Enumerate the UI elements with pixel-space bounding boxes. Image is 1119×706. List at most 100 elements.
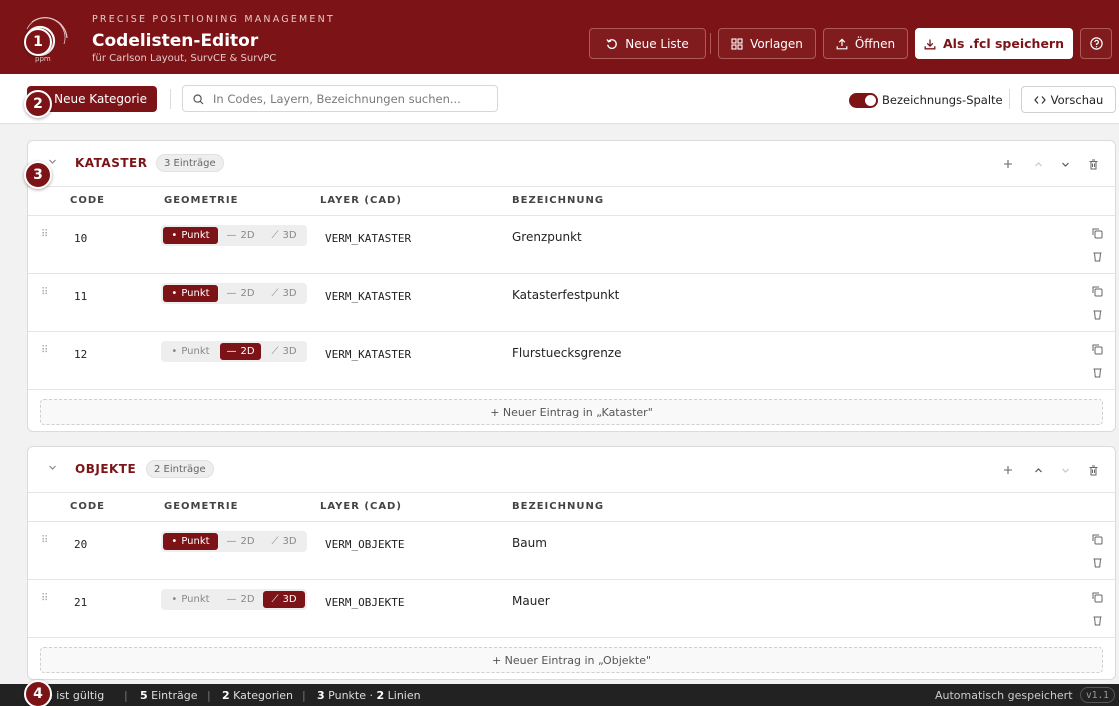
move-down-icon[interactable] — [1058, 463, 1072, 477]
status-divider: | — [124, 689, 128, 702]
table-row: ⠿ 21 • Punkt — 2D ⟋ 3D VERM_OBJEKTE Maue… — [28, 580, 1115, 638]
geometry-2d-option[interactable]: — 2D — [220, 591, 261, 608]
geometry-3d-option[interactable]: ⟋ 3D — [263, 227, 305, 244]
geometry-selector: • Punkt — 2D ⟋ 3D — [161, 225, 307, 246]
category-name[interactable]: KATASTER — [75, 156, 147, 170]
geometry-selector: • Punkt — 2D ⟋ 3D — [161, 341, 307, 362]
search-input[interactable] — [213, 89, 493, 109]
add-entry-button[interactable]: + Neuer Eintrag in „Objekte" — [40, 647, 1103, 673]
step-badge-4: 4 — [24, 680, 52, 706]
geometry-3d-option[interactable]: ⟋ 3D — [263, 285, 305, 302]
delete-icon[interactable] — [1091, 556, 1104, 569]
move-down-icon[interactable] — [1058, 157, 1072, 171]
duplicate-icon[interactable] — [1091, 343, 1104, 356]
duplicate-icon[interactable] — [1091, 591, 1104, 604]
entry-label[interactable]: Katasterfestpunkt — [512, 288, 619, 302]
geometry-point-option[interactable]: • Punkt — [163, 343, 218, 360]
add-entry-icon[interactable] — [1001, 157, 1015, 171]
preview-label: Vorschau — [1050, 92, 1104, 107]
help-icon — [1089, 37, 1103, 50]
add-entry-button[interactable]: + Neuer Eintrag in „Kataster" — [40, 399, 1103, 425]
help-button[interactable] — [1080, 28, 1112, 59]
entry-label[interactable]: Flurstuecksgrenze — [512, 346, 621, 360]
drag-handle-icon[interactable]: ⠿ — [41, 345, 48, 356]
delete-icon[interactable] — [1091, 366, 1104, 379]
collapse-chevron-icon[interactable] — [48, 158, 57, 165]
open-button[interactable]: Öffnen — [823, 28, 908, 59]
label-column-toggle[interactable] — [849, 93, 878, 108]
category-name[interactable]: OBJEKTE — [75, 462, 136, 476]
geometry-3d-option[interactable]: ⟋ 3D — [263, 591, 305, 608]
col-header-layer: LAYER (CAD) — [320, 195, 402, 206]
new-category-label: Neue Kategorie — [54, 92, 147, 106]
drag-handle-icon[interactable]: ⠿ — [41, 535, 48, 546]
autosave-status: Automatisch gespeichert — [935, 689, 1073, 702]
preview-button[interactable]: Vorschau — [1021, 86, 1116, 113]
col-header-label: BEZEICHNUNG — [512, 501, 605, 512]
move-up-icon[interactable] — [1031, 157, 1045, 171]
collapse-chevron-icon[interactable] — [48, 464, 57, 471]
category-count-badge: 3 Einträge — [156, 154, 224, 172]
entry-code[interactable]: 10 — [74, 232, 87, 245]
geometry-selector: • Punkt — 2D ⟋ 3D — [161, 531, 307, 552]
entry-code[interactable]: 21 — [74, 596, 87, 609]
entry-code[interactable]: 11 — [74, 290, 87, 303]
logo-text: ppm — [35, 55, 51, 63]
duplicate-icon[interactable] — [1091, 285, 1104, 298]
geometry-2d-option[interactable]: — 2D — [220, 343, 261, 360]
delete-icon[interactable] — [1091, 250, 1104, 263]
duplicate-icon[interactable] — [1091, 227, 1104, 240]
geometry-point-option[interactable]: • Punkt — [163, 591, 218, 608]
category-header: OBJEKTE 2 Einträge — [28, 447, 1115, 493]
drag-handle-icon[interactable]: ⠿ — [41, 593, 48, 604]
col-header-label: BEZEICHNUNG — [512, 195, 605, 206]
download-icon — [924, 39, 936, 49]
geometry-2d-option[interactable]: — 2D — [220, 533, 261, 550]
entry-label[interactable]: Grenzpunkt — [512, 230, 582, 244]
geometry-2d-option[interactable]: — 2D — [220, 285, 261, 302]
drag-handle-icon[interactable]: ⠿ — [41, 229, 48, 240]
templates-button[interactable]: Vorlagen — [718, 28, 816, 59]
geometry-point-option[interactable]: • Punkt — [163, 533, 218, 550]
geometry-2d-option[interactable]: — 2D — [220, 227, 261, 244]
app-header: ppm PRECISE POSITIONING MANAGEMENT Codel… — [0, 0, 1119, 74]
delete-icon[interactable] — [1091, 308, 1104, 321]
step-badge-3: 3 — [24, 161, 52, 189]
delete-category-icon[interactable] — [1086, 463, 1100, 477]
geometry-3d-option[interactable]: ⟋ 3D — [263, 533, 305, 550]
geometry-point-option[interactable]: • Punkt — [163, 285, 218, 302]
column-header-row: CODE GEOMETRIE LAYER (CAD) BEZEICHNUNG — [28, 187, 1115, 216]
entry-layer[interactable]: VERM_KATASTER — [325, 232, 411, 245]
delete-icon[interactable] — [1091, 614, 1104, 627]
category-header: KATASTER 3 Einträge — [28, 141, 1115, 187]
search-icon — [193, 94, 204, 105]
status-bar: e ist gültig | 5 Einträge | 2 Kategorien… — [0, 684, 1119, 706]
category-count-badge: 2 Einträge — [146, 460, 214, 478]
new-list-button[interactable]: Neue Liste — [589, 28, 706, 59]
move-up-icon[interactable] — [1031, 463, 1045, 477]
entry-layer[interactable]: VERM_KATASTER — [325, 290, 411, 303]
save-fcl-button[interactable]: Als .fcl speichern — [915, 28, 1073, 59]
col-header-code: CODE — [70, 501, 105, 512]
geometry-point-option[interactable]: • Punkt — [163, 227, 218, 244]
entry-code[interactable]: 20 — [74, 538, 87, 551]
entry-layer[interactable]: VERM_KATASTER — [325, 348, 411, 361]
geometry-3d-option[interactable]: ⟋ 3D — [263, 343, 305, 360]
entry-label[interactable]: Mauer — [512, 594, 550, 608]
categories-count: 2 Kategorien — [222, 689, 294, 702]
entry-layer[interactable]: VERM_OBJEKTE — [325, 596, 404, 609]
add-entry-icon[interactable] — [1001, 463, 1015, 477]
col-header-geometry: GEOMETRIE — [164, 501, 239, 512]
entry-label[interactable]: Baum — [512, 536, 547, 550]
entry-code[interactable]: 12 — [74, 348, 87, 361]
delete-category-icon[interactable] — [1086, 157, 1100, 171]
drag-handle-icon[interactable]: ⠿ — [41, 287, 48, 298]
duplicate-icon[interactable] — [1091, 533, 1104, 546]
entry-layer[interactable]: VERM_OBJEKTE — [325, 538, 404, 551]
status-divider: | — [207, 689, 211, 702]
category-card-objekte: OBJEKTE 2 Einträge CODE GEOMETRIE LAYER … — [27, 446, 1116, 680]
app-tagline: für Carlson Layout, SurvCE & SurvPC — [92, 53, 277, 64]
app-subtitle: PRECISE POSITIONING MANAGEMENT — [92, 14, 335, 25]
header-divider — [710, 33, 711, 54]
upload-icon — [836, 38, 848, 49]
